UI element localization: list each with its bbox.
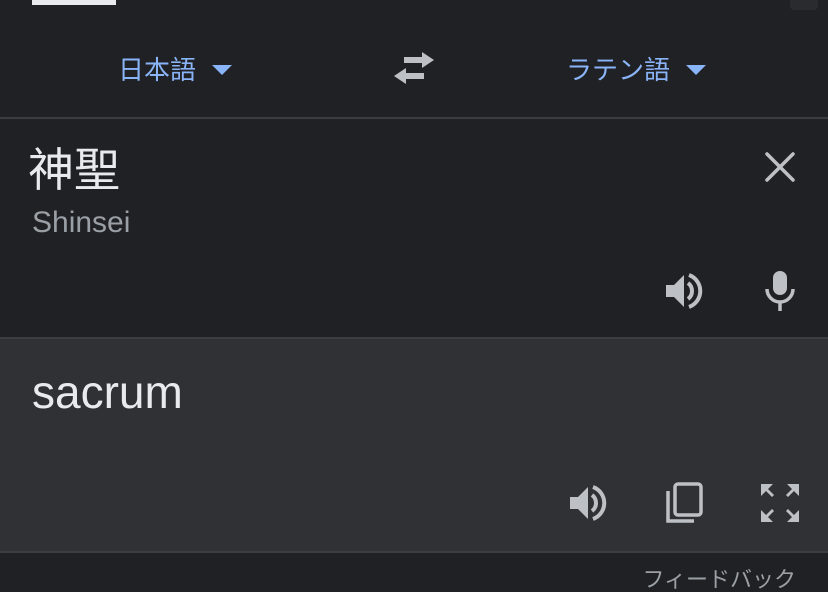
volume-icon — [666, 273, 703, 309]
feedback-link[interactable]: フィードバック — [642, 566, 796, 592]
swap-horiz-icon — [394, 52, 434, 84]
fullscreen-button[interactable] — [756, 479, 804, 527]
caret-down-icon — [686, 65, 707, 75]
swap-languages-button[interactable] — [392, 50, 436, 86]
source-language-button[interactable]: 日本語 — [118, 48, 233, 88]
caret-down-icon — [212, 65, 233, 75]
microphone-icon — [765, 271, 795, 311]
divider — [0, 551, 828, 553]
source-romanization: Shinsei — [32, 206, 131, 239]
volume-icon — [570, 485, 607, 521]
translation-output-panel: sacrum — [0, 339, 828, 551]
copy-translation-button[interactable] — [660, 479, 708, 527]
translate-app: 日本語 ラテン語 神聖 Shinsei sacrum フィードバック — [0, 0, 828, 592]
copy-icon — [666, 482, 703, 523]
clear-input-button[interactable] — [756, 143, 804, 191]
target-language-label: ラテン語 — [566, 55, 671, 86]
source-input-panel[interactable]: 神聖 Shinsei — [0, 119, 828, 337]
source-language-label: 日本語 — [118, 55, 197, 86]
close-icon — [765, 152, 795, 182]
source-text[interactable]: 神聖 — [28, 141, 120, 199]
target-language-button[interactable]: ラテン語 — [566, 48, 707, 88]
language-bar: 日本語 ラテン語 — [0, 6, 828, 117]
listen-translation-button[interactable] — [564, 479, 612, 527]
active-tab-indicator — [32, 0, 116, 5]
translated-text: sacrum — [32, 366, 183, 418]
listen-source-button[interactable] — [660, 267, 708, 315]
fullscreen-icon — [761, 484, 799, 522]
voice-input-button[interactable] — [756, 267, 804, 315]
